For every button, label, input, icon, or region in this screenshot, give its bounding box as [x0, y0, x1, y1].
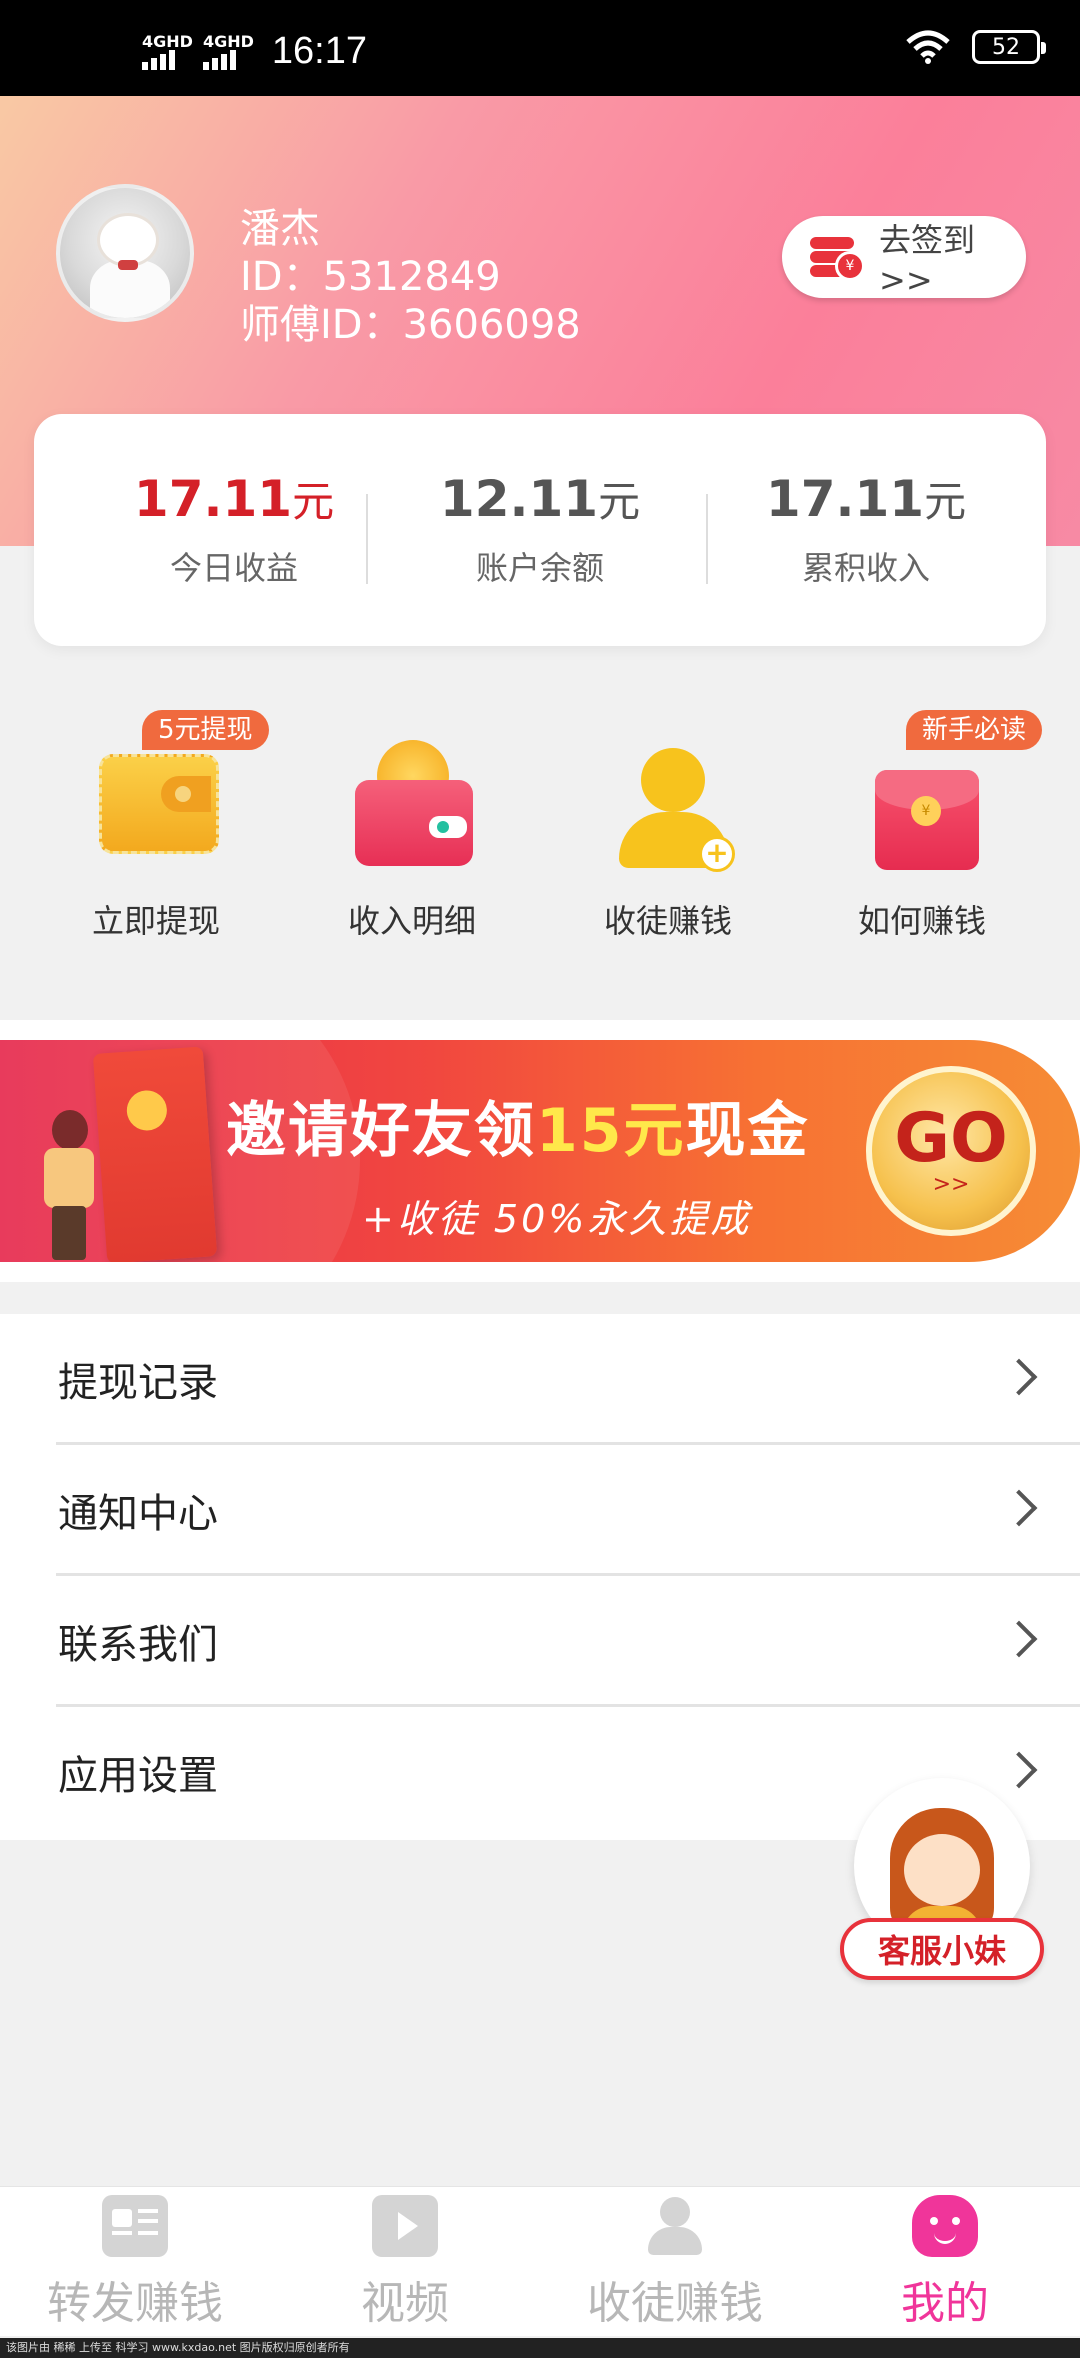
stat-total-income[interactable]: 17.11元 累积收入: [746, 468, 986, 589]
go-button[interactable]: GO >>: [866, 1066, 1036, 1236]
menu-item-contact-us[interactable]: 联系我们: [0, 1576, 1080, 1707]
nav-item-recruit[interactable]: 收徒赚钱: [540, 2187, 810, 2337]
chevron-right-icon: [1000, 1358, 1038, 1396]
chevron-right-icon: [1000, 1620, 1038, 1658]
nav-item-video[interactable]: 视频: [270, 2187, 540, 2337]
nav-item-me[interactable]: 我的: [810, 2187, 1080, 2337]
signal-2: 4GHD: [202, 31, 254, 70]
signal-1: 4GHD: [142, 31, 193, 70]
stat-today-earnings[interactable]: 17.11元 今日收益: [114, 468, 354, 589]
stat-value: 17.11: [133, 470, 293, 528]
signal-bars-icon: [142, 49, 175, 70]
chevron-right-icon: [1000, 1489, 1038, 1527]
settings-menu: 提现记录 通知中心 联系我们 应用设置: [0, 1314, 1080, 1840]
stat-unit: 元: [924, 477, 967, 526]
battery-level: 52: [992, 34, 1020, 60]
earnings-card: 17.11元 今日收益 12.11元 账户余额 17.11元 累积收入: [34, 414, 1046, 646]
purse-icon: [347, 740, 477, 870]
stat-unit: 元: [292, 477, 335, 526]
red-packet-icon: ¥: [857, 740, 987, 870]
invite-banner[interactable]: 邀请好友领15元现金 +收徒 50%永久提成 GO >>: [0, 1020, 1080, 1282]
action-how-to-earn[interactable]: ¥ 新手必读 如何赚钱: [812, 700, 1043, 940]
go-label: GO: [894, 1098, 1008, 1178]
divider: [706, 494, 708, 584]
checkin-button[interactable]: ¥ 去签到>>: [782, 216, 1026, 299]
nav-label: 我的: [901, 2278, 989, 2329]
network-type-label: 4GHD: [202, 31, 254, 51]
master-id: 师傅ID：3606098: [240, 302, 581, 348]
add-user-icon: [642, 2195, 708, 2257]
banner-title-post: 现金: [685, 1096, 810, 1166]
action-label: 收入明细: [347, 902, 476, 940]
menu-item-notification-center[interactable]: 通知中心: [0, 1445, 1080, 1576]
bottom-nav: 转发赚钱 视频 收徒赚钱 我的: [0, 2186, 1080, 2336]
badge-withdraw: 5元提现: [142, 710, 269, 750]
action-income-details[interactable]: 收入明细: [302, 700, 522, 940]
customer-service-button[interactable]: 客服小妹: [840, 1778, 1050, 1988]
stat-unit: 元: [598, 477, 641, 526]
quick-actions: 5元提现 立即提现 收入明细 + 收徒赚钱 ¥ 新手必读 如何赚钱: [0, 700, 1080, 995]
checkin-label: 去签到>>: [879, 221, 976, 299]
stat-value: 12.11: [439, 470, 599, 528]
menu-item-label: 联系我们: [58, 1622, 218, 1668]
wallet-icon: [91, 740, 221, 870]
status-bar: 4GHD 4GHD 16:17 52: [0, 0, 1080, 96]
action-withdraw[interactable]: 5元提现 立即提现: [46, 700, 269, 940]
banner-title-highlight: 15元: [536, 1096, 686, 1166]
action-label: 立即提现: [91, 902, 220, 940]
add-user-icon: +: [603, 740, 735, 872]
stat-label: 累积收入: [801, 549, 930, 587]
status-left: 4GHD 4GHD 16:17: [142, 30, 367, 73]
menu-item-label: 通知中心: [58, 1491, 218, 1537]
banner-title-pre: 邀请好友领: [226, 1096, 536, 1166]
stat-label: 账户余额: [475, 549, 604, 587]
action-recruit[interactable]: + 收徒赚钱: [558, 700, 778, 940]
nav-label: 视频: [361, 2278, 449, 2329]
clock: 16:17: [271, 30, 367, 72]
banner-title: 邀请好友领15元现金: [226, 1082, 810, 1169]
me-icon: [912, 2195, 978, 2257]
badge-newbie: 新手必读: [906, 710, 1043, 750]
action-label: 如何赚钱: [857, 902, 986, 940]
action-label: 收徒赚钱: [603, 902, 732, 940]
go-arrows: >>: [932, 1171, 970, 1197]
avatar[interactable]: [56, 184, 194, 322]
nav-label: 收徒赚钱: [587, 2278, 763, 2329]
nav-item-share-earn[interactable]: 转发赚钱: [0, 2187, 270, 2337]
wifi-icon: [906, 30, 950, 64]
stat-label: 今日收益: [169, 549, 298, 587]
news-icon: [102, 2195, 168, 2257]
signal-bars-icon: [202, 49, 236, 70]
footer-watermark: 该图片由 稀稀 上传至 科学习 www.kxdao.net 图片版权归原创者所有: [0, 2338, 1080, 2358]
video-icon: [372, 2195, 438, 2257]
status-right: 52: [906, 30, 1046, 64]
menu-item-withdraw-records[interactable]: 提现记录: [0, 1314, 1080, 1445]
banner-body: 邀请好友领15元现金 +收徒 50%永久提成 GO >>: [0, 1040, 1080, 1262]
menu-item-label: 提现记录: [58, 1360, 218, 1406]
stat-value: 17.11: [765, 470, 925, 528]
red-envelope-icon: [92, 1046, 218, 1262]
menu-item-label: 应用设置: [58, 1753, 218, 1799]
coins-icon: ¥: [810, 233, 866, 281]
banner-subtitle: +收徒 50%永久提成: [362, 1197, 752, 1241]
stat-account-balance[interactable]: 12.11元 账户余额: [420, 468, 660, 589]
network-type-label: 4GHD: [142, 31, 193, 51]
banner-girl-illustration: [34, 1110, 104, 1260]
divider: [366, 494, 368, 584]
nav-label: 转发赚钱: [47, 2278, 223, 2329]
customer-service-label: 客服小妹: [840, 1918, 1044, 1980]
battery-icon: 52: [972, 30, 1046, 64]
